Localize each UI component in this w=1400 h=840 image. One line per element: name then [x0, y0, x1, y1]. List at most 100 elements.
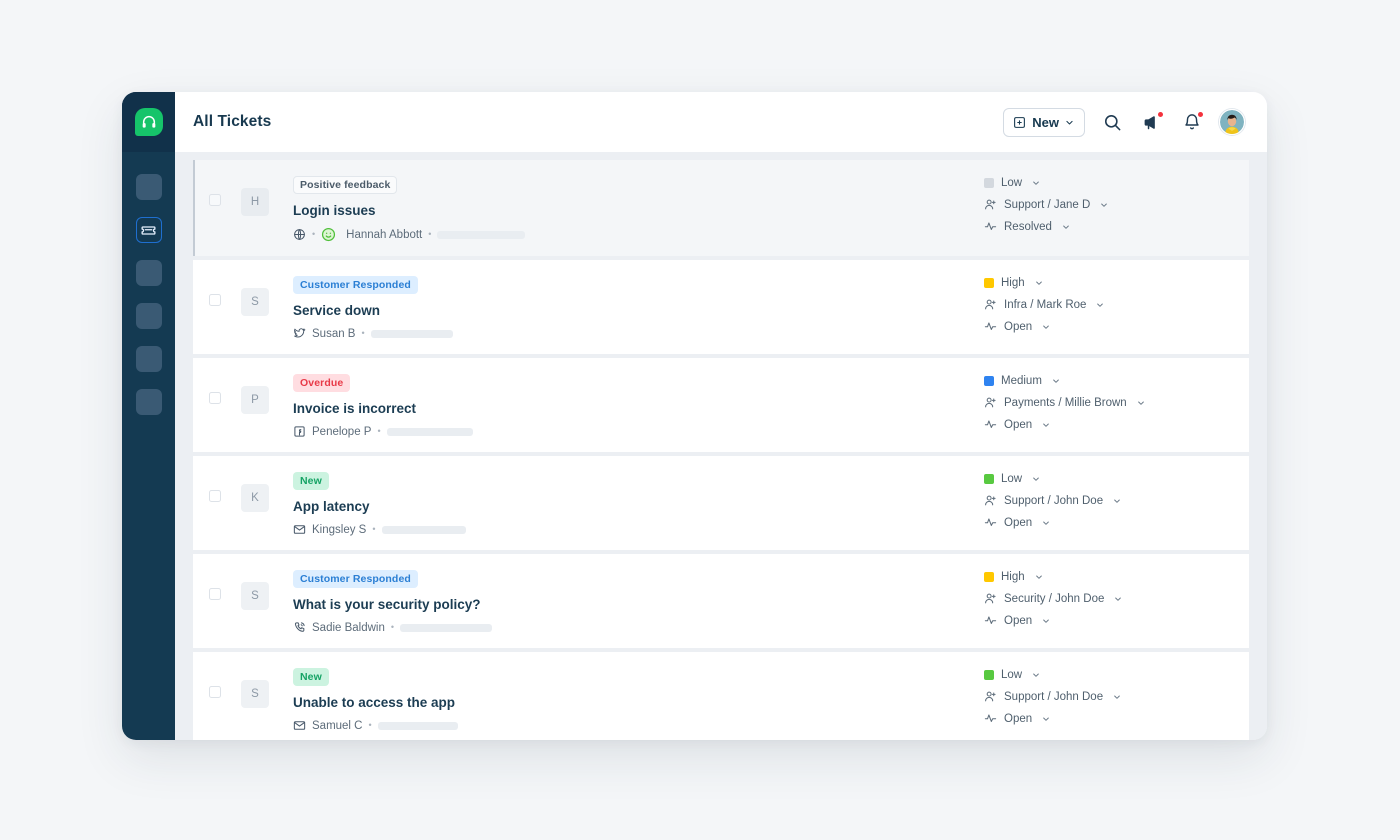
ticket-meta: Susan B• [293, 327, 984, 340]
priority-label: Low [1001, 473, 1022, 485]
priority-label: High [1001, 571, 1025, 583]
status-badge: New [293, 472, 329, 490]
assignee-selector[interactable]: Support / John Doe [984, 690, 1249, 703]
announcements-button[interactable] [1139, 109, 1165, 135]
ticket-row[interactable]: SCustomer RespondedService downSusan B• … [193, 260, 1249, 354]
chevron-down-icon [1032, 475, 1040, 483]
chevron-down-icon [1035, 573, 1043, 581]
ticket-checkbox[interactable] [209, 490, 221, 502]
sidebar-item-placeholder-5[interactable] [136, 346, 162, 372]
priority-label: Low [1001, 177, 1022, 189]
phone-icon [293, 621, 306, 634]
status-selector[interactable]: Open [984, 516, 1249, 529]
user-avatar[interactable] [1219, 109, 1245, 135]
ticket-author: Samuel C [312, 720, 363, 732]
ticket-row[interactable]: HPositive feedbackLogin issues• Hannah A… [193, 160, 1249, 256]
activity-icon [984, 712, 997, 725]
priority-swatch [984, 376, 994, 386]
ticket-body: Customer RespondedWhat is your security … [293, 568, 984, 634]
status-label: Open [1004, 615, 1032, 627]
assignee-selector[interactable]: Infra / Mark Roe [984, 298, 1249, 311]
priority-selector[interactable]: High [984, 277, 1249, 289]
priority-selector[interactable]: Low [984, 669, 1249, 681]
topbar: All Tickets New [175, 92, 1267, 152]
app-logo[interactable] [122, 92, 175, 152]
sidebar-item-tickets[interactable] [136, 217, 162, 243]
new-button[interactable]: New [1003, 108, 1085, 137]
chevron-down-icon [1137, 399, 1145, 407]
ticket-checkbox[interactable] [209, 588, 221, 600]
priority-selector[interactable]: Low [984, 473, 1249, 485]
priority-swatch [984, 474, 994, 484]
ticket-author: Penelope P [312, 426, 371, 438]
chevron-down-icon [1065, 118, 1074, 127]
ticket-properties: High Security / John Doe Open [984, 568, 1249, 627]
sidebar-item-placeholder-4[interactable] [136, 303, 162, 329]
mail-icon [293, 523, 306, 536]
ticket-title[interactable]: Login issues [293, 203, 984, 218]
ticket-row[interactable]: SCustomer RespondedWhat is your security… [193, 554, 1249, 648]
ticket-title[interactable]: Unable to access the app [293, 695, 984, 710]
ticket-avatar: S [241, 288, 269, 316]
sidebar-item-placeholder-6[interactable] [136, 389, 162, 415]
assignee-selector[interactable]: Support / Jane D [984, 198, 1249, 211]
globe-icon [293, 228, 306, 241]
ticket-meta: Penelope P • [293, 425, 984, 438]
status-selector[interactable]: Resolved [984, 220, 1249, 233]
ticket-title[interactable]: App latency [293, 499, 984, 514]
mail-icon [293, 719, 306, 732]
chevron-down-icon [1042, 715, 1050, 723]
status-selector[interactable]: Open [984, 712, 1249, 725]
main-area: All Tickets New [175, 92, 1267, 740]
search-icon [1103, 113, 1122, 132]
priority-swatch [984, 572, 994, 582]
meta-separator: • [391, 623, 394, 632]
ticket-title[interactable]: Invoice is incorrect [293, 401, 984, 416]
ticket-properties: High Infra / Mark Roe Open [984, 274, 1249, 333]
ticket-title[interactable]: Service down [293, 303, 984, 318]
status-badge: Customer Responded [293, 276, 418, 294]
status-selector[interactable]: Open [984, 418, 1249, 431]
activity-icon [984, 220, 997, 233]
ticket-avatar: H [241, 188, 269, 216]
assignee-selector[interactable]: Security / John Doe [984, 592, 1249, 605]
priority-swatch [984, 670, 994, 680]
announcement-badge-dot [1158, 112, 1163, 117]
assignee-label: Support / John Doe [1004, 691, 1103, 703]
assignee-selector[interactable]: Support / John Doe [984, 494, 1249, 507]
status-selector[interactable]: Open [984, 320, 1249, 333]
ticket-row[interactable]: KNewApp latencyKingsley S• Low Support /… [193, 456, 1249, 550]
chevron-down-icon [1032, 671, 1040, 679]
search-button[interactable] [1099, 109, 1125, 135]
assignee-selector[interactable]: Payments / Millie Brown [984, 396, 1249, 409]
ticket-row[interactable]: SNewUnable to access the appSamuel C• Lo… [193, 652, 1249, 740]
priority-label: Low [1001, 669, 1022, 681]
status-label: Open [1004, 321, 1032, 333]
page-title: All Tickets [193, 113, 271, 131]
ticket-properties: Medium Payments / Millie Brown Open [984, 372, 1249, 431]
priority-selector[interactable]: High [984, 571, 1249, 583]
priority-selector[interactable]: Low [984, 177, 1249, 189]
ticket-checkbox[interactable] [209, 392, 221, 404]
twitter-icon [293, 327, 306, 340]
ticket-timestamp-placeholder [371, 330, 453, 338]
meta-separator: • [377, 427, 380, 436]
ticket-checkbox[interactable] [209, 294, 221, 306]
status-selector[interactable]: Open [984, 614, 1249, 627]
sidebar-item-placeholder-3[interactable] [136, 260, 162, 286]
chevron-down-icon [1042, 323, 1050, 331]
ticket-title[interactable]: What is your security policy? [293, 597, 984, 612]
ticket-meta: Samuel C• [293, 719, 984, 732]
notifications-button[interactable] [1179, 109, 1205, 135]
user-add-icon [984, 494, 997, 507]
ticket-body: NewUnable to access the appSamuel C• [293, 666, 984, 732]
ticket-checkbox[interactable] [209, 194, 221, 206]
status-label: Open [1004, 419, 1032, 431]
ticket-timestamp-placeholder [378, 722, 458, 730]
ticket-row[interactable]: POverdueInvoice is incorrectPenelope P• … [193, 358, 1249, 452]
priority-selector[interactable]: Medium [984, 375, 1249, 387]
ticket-checkbox[interactable] [209, 686, 221, 698]
ticket-properties: Low Support / John Doe Open [984, 666, 1249, 725]
chevron-down-icon [1052, 377, 1060, 385]
sidebar-item-placeholder-1[interactable] [136, 174, 162, 200]
